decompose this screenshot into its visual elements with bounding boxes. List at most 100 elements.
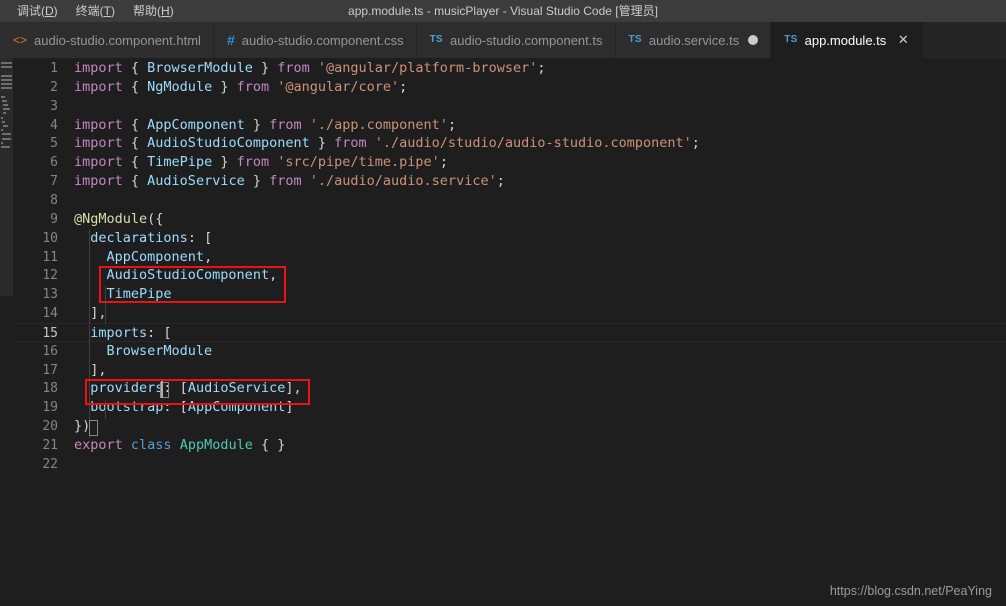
code-line[interactable]: 14 ], (13, 304, 1006, 323)
code-token: { (122, 78, 148, 95)
menu-bar[interactable]: 调试(D) 终端(T) 帮助(H) (0, 0, 183, 22)
code-token: from (334, 135, 367, 152)
code-line-text: import { TimePipe } from 'src/pipe/time.… (74, 153, 448, 172)
code-line[interactable]: 10 declarations: [ (13, 229, 1006, 248)
close-icon[interactable]: ✕ (895, 32, 911, 48)
menu-item-debug[interactable]: 调试(D) (8, 0, 67, 22)
minimap-slider[interactable] (0, 58, 13, 296)
editor-tab-label: app.module.ts (804, 32, 887, 48)
code-line-text: import { NgModule } from '@angular/core'… (74, 78, 407, 97)
watermark-text: https://blog.csdn.net/PeaYing (829, 584, 992, 598)
code-line[interactable]: 11 AppComponent, (13, 248, 1006, 267)
line-number: 22 (42, 456, 58, 472)
menu-item-help[interactable]: 帮助(H) (124, 0, 183, 22)
indent-guide (105, 400, 106, 419)
code-line-text: import { AudioStudioComponent } from './… (74, 134, 700, 153)
line-number: 15 (42, 325, 58, 341)
code-token: import (74, 135, 123, 152)
code-line[interactable]: 17 ], (13, 361, 1006, 380)
code-token: ; (691, 135, 700, 152)
editor-tab[interactable]: TS audio.service.ts (615, 22, 772, 58)
code-token: ], (285, 380, 302, 397)
code-line-text: @NgModule({ (74, 210, 163, 229)
code-token: '@angular/core' (277, 78, 400, 95)
editor-tab-label: audio-studio.component.css (241, 32, 404, 48)
text-cursor (161, 381, 163, 398)
minimap-line-mark (2, 120, 6, 123)
code-token: } (212, 154, 237, 171)
code-line[interactable]: 6 import { TimePipe } from 'src/pipe/time… (13, 153, 1006, 172)
code-token: ], (74, 361, 107, 378)
code-line[interactable]: 22 (13, 455, 1006, 474)
code-token: AppComponent (106, 248, 205, 265)
code-line-text: }) (74, 417, 90, 436)
editor-tab[interactable]: TS app.module.ts ✕ (771, 22, 925, 58)
code-line[interactable]: 21 export class AppModule { } (13, 436, 1006, 455)
code-token: ; (399, 78, 408, 95)
code-token: import (74, 154, 123, 171)
code-token: BrowserModule (106, 342, 213, 359)
code-token: NgModule (82, 210, 148, 227)
code-line[interactable]: 7 import { AudioService } from './audio/a… (13, 172, 1006, 191)
code-line[interactable]: 5 import { AudioStudioComponent } from '.… (13, 134, 1006, 153)
code-token: export (74, 437, 123, 453)
code-token: './app.component' (309, 116, 448, 133)
line-number: 7 (50, 174, 58, 190)
minimap-line-mark (1, 129, 3, 132)
code-line[interactable]: 16 BrowserModule (13, 342, 1006, 361)
menu-item-label: 终端( (75, 4, 104, 18)
line-number: 12 (42, 268, 58, 284)
line-number: 2 (50, 79, 58, 95)
code-token: 'src/pipe/time.pipe' (277, 154, 440, 171)
code-line[interactable]: 2 import { NgModule } from '@angular/core… (13, 78, 1006, 97)
minimap-line-mark (3, 104, 8, 106)
code-token: AudioService (147, 173, 245, 190)
indent-guide (105, 286, 106, 324)
minimap-line-mark (1, 95, 5, 98)
code-line-text: import { AppComponent } from './app.comp… (74, 116, 456, 135)
code-line[interactable]: 4 import { AppComponent } from './app.com… (13, 116, 1006, 135)
code-token: @ (74, 210, 83, 227)
menu-item-label: 调试( (17, 4, 45, 18)
unsaved-indicator-icon[interactable] (748, 35, 759, 45)
code-line[interactable]: 1 import { BrowserModule } from '@angular… (13, 59, 1006, 78)
code-line[interactable]: 8 (13, 191, 1006, 210)
code-line[interactable]: 12 AudioStudioComponent, (13, 266, 1006, 285)
code-surface[interactable]: 1 import { BrowserModule } from '@angular… (13, 58, 1006, 606)
code-line-text: export class AppModule { } (74, 436, 285, 455)
code-line[interactable]: 9 @NgModule({ (13, 210, 1006, 229)
code-line[interactable]: 13 TimePipe (13, 285, 1006, 304)
code-token: : [ (187, 229, 213, 246)
code-line-text: bootstrap: [AppComponent] (74, 398, 293, 417)
code-editor[interactable]: 1 import { BrowserModule } from '@angular… (0, 58, 1006, 606)
code-token: : [ (147, 324, 172, 341)
minimap[interactable] (0, 58, 13, 606)
editor-tab[interactable]: <> audio-studio.component.html (0, 22, 214, 58)
line-number: 18 (42, 381, 58, 397)
menu-item-terminal[interactable]: 终端(T) (67, 0, 124, 22)
code-line[interactable]: 15 imports: [ (13, 322, 1006, 342)
editor-tab[interactable]: # audio-studio.component.css (213, 22, 417, 58)
code-line[interactable]: 3 (13, 97, 1006, 116)
code-token: : [ (163, 380, 188, 397)
code-token: { (122, 135, 148, 152)
vscode-window: 调试(D) 终端(T) 帮助(H) app.module.ts - musicPla… (0, 0, 1006, 606)
line-number: 20 (42, 419, 58, 435)
code-token: ({ (147, 210, 164, 227)
line-number: 19 (42, 400, 58, 416)
title-bar: 调试(D) 终端(T) 帮助(H) app.module.ts - musicPla… (0, 0, 1006, 22)
line-number: 14 (42, 306, 58, 322)
editor-tab-bar[interactable]: <> audio-studio.component.html # audio-stud… (0, 22, 1006, 58)
line-number: 5 (50, 136, 58, 152)
code-line-text: declarations: [ (74, 229, 212, 248)
typescript-file-icon: TS (784, 34, 798, 45)
code-token: AudioStudioComponent (147, 135, 310, 152)
editor-tab[interactable]: TS audio-studio.component.ts (416, 22, 616, 58)
line-number: 11 (42, 249, 58, 265)
code-line[interactable]: 20}) (13, 417, 1006, 436)
code-line[interactable]: 19 bootstrap: [AppComponent] (13, 398, 1006, 417)
code-token: , (204, 248, 213, 265)
editor-tab-label: audio-studio.component.html (34, 32, 201, 48)
